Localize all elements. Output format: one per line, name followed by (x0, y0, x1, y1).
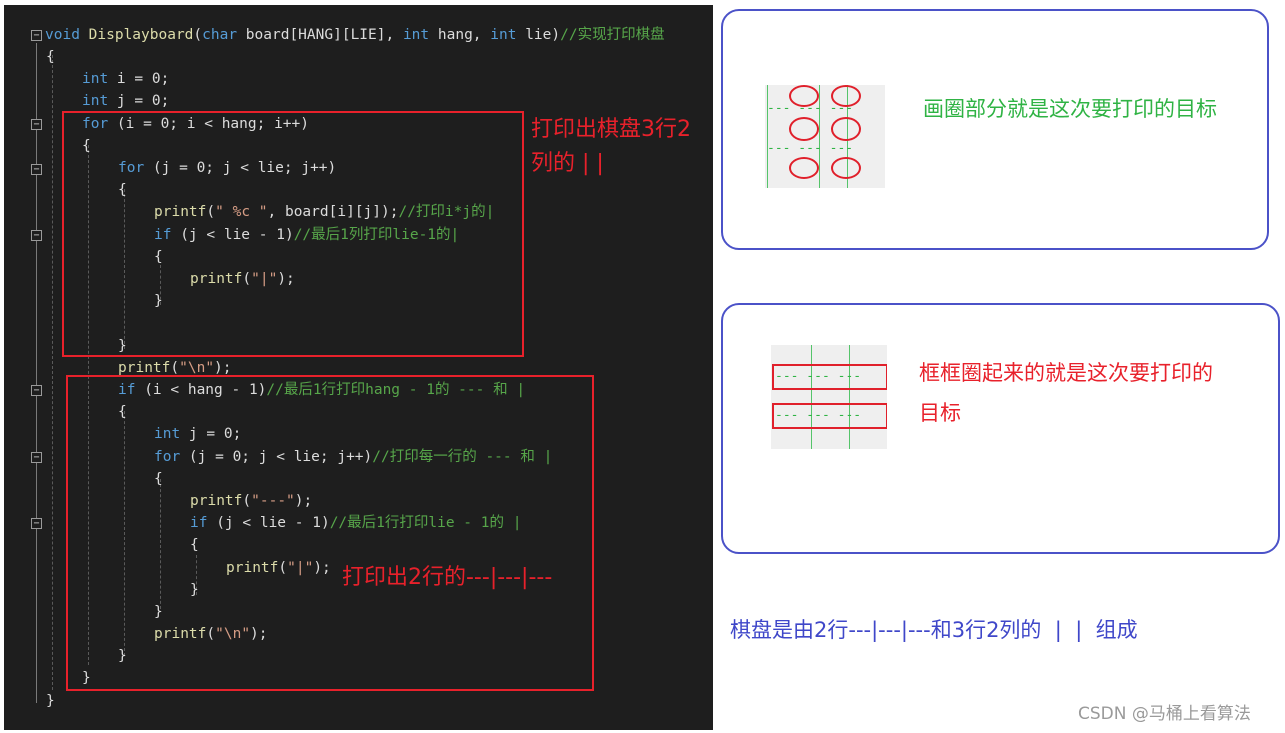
function-name: Displayboard (88, 27, 194, 43)
code-comment: //实现打印棋盘 (560, 27, 665, 43)
code-token: lie) (516, 27, 561, 43)
circle-mark (789, 117, 819, 141)
box-mark (772, 364, 887, 390)
collapse-icon[interactable]: − (31, 164, 42, 175)
keyword: void (45, 27, 80, 43)
keyword: int (82, 71, 109, 87)
string-literal: "\n" (179, 360, 215, 376)
collapse-icon[interactable]: − (31, 452, 42, 463)
code-token: j = 0; (108, 93, 170, 109)
code-line[interactable]: int j = 0; (82, 90, 169, 112)
board-divider (811, 345, 812, 449)
collapse-icon[interactable]: − (31, 119, 42, 130)
highlight-box-cell-rows (62, 111, 524, 357)
code-token: ); (214, 360, 232, 376)
circle-mark (789, 157, 819, 179)
highlight-box-separator-rows (66, 375, 594, 691)
caption-text: 框框圈起来的就是这次要打印的 (919, 361, 1213, 385)
summary-text: 棋盘是由2行---|---|---和3行2列的 | | 组成 (730, 618, 1138, 642)
keyword: int (490, 27, 517, 43)
annotation-text: 列的 | | (531, 151, 604, 176)
brace: } (46, 693, 55, 709)
watermark: CSDN @马桶上看算法 (1078, 704, 1251, 724)
board-preview-boxed: --- --- --- --- --- --- (771, 345, 887, 449)
collapse-icon[interactable]: − (31, 230, 42, 241)
collapse-icon[interactable]: − (31, 30, 42, 41)
code-token: ( (193, 27, 203, 43)
caption-circled-target: 画圈部分就是这次要打印的目标 (923, 97, 1217, 121)
caption-boxed-target: 框框圈起来的就是这次要打印的 目标 (919, 353, 1213, 433)
code-line[interactable]: int i = 0; (82, 68, 169, 90)
code-token: i = 0; (108, 71, 170, 87)
brace: { (46, 49, 55, 65)
circle-mark (831, 85, 861, 107)
board-preview-circled: --- --- --- --- --- --- (765, 85, 885, 188)
code-line[interactable]: { (46, 46, 55, 68)
annotation-separator-rows: 打印出2行的---|---|--- (342, 565, 553, 590)
code-line[interactable]: } (46, 690, 55, 712)
code-line-function-signature[interactable]: void Displayboard(char board[HANG][LIE],… (45, 24, 665, 46)
annotation-cell-rows: 打印出棋盘3行2 列的 | | (531, 113, 691, 181)
circle-mark (831, 117, 861, 141)
code-token: board[HANG][LIE], (237, 27, 403, 43)
code-editor[interactable]: − − − − − − − void Displayboard(char boa… (4, 5, 713, 730)
code-token: ( (170, 360, 180, 376)
circle-mark (789, 85, 819, 107)
caption-text: 目标 (919, 401, 961, 425)
keyword: char (202, 27, 238, 43)
box-mark (772, 403, 887, 429)
card-circled-target: --- --- --- --- --- --- 画圈部分就是这次要打印的目标 (721, 9, 1269, 250)
collapse-icon[interactable]: − (31, 518, 42, 529)
outline-gutter-line (36, 43, 37, 703)
code-token: hang, (429, 27, 491, 43)
circle-mark (831, 157, 861, 179)
board-divider (849, 345, 850, 449)
keyword: int (82, 93, 109, 109)
indent-guide (52, 55, 53, 690)
keyword: int (402, 27, 430, 43)
card-boxed-target: --- --- --- --- --- --- 框框圈起来的就是这次要打印的 目… (721, 303, 1280, 554)
annotation-text: 打印出棋盘3行2 (531, 117, 691, 142)
function-name: printf (118, 360, 171, 376)
board-separator: --- --- --- (767, 141, 854, 156)
collapse-icon[interactable]: − (31, 385, 42, 396)
